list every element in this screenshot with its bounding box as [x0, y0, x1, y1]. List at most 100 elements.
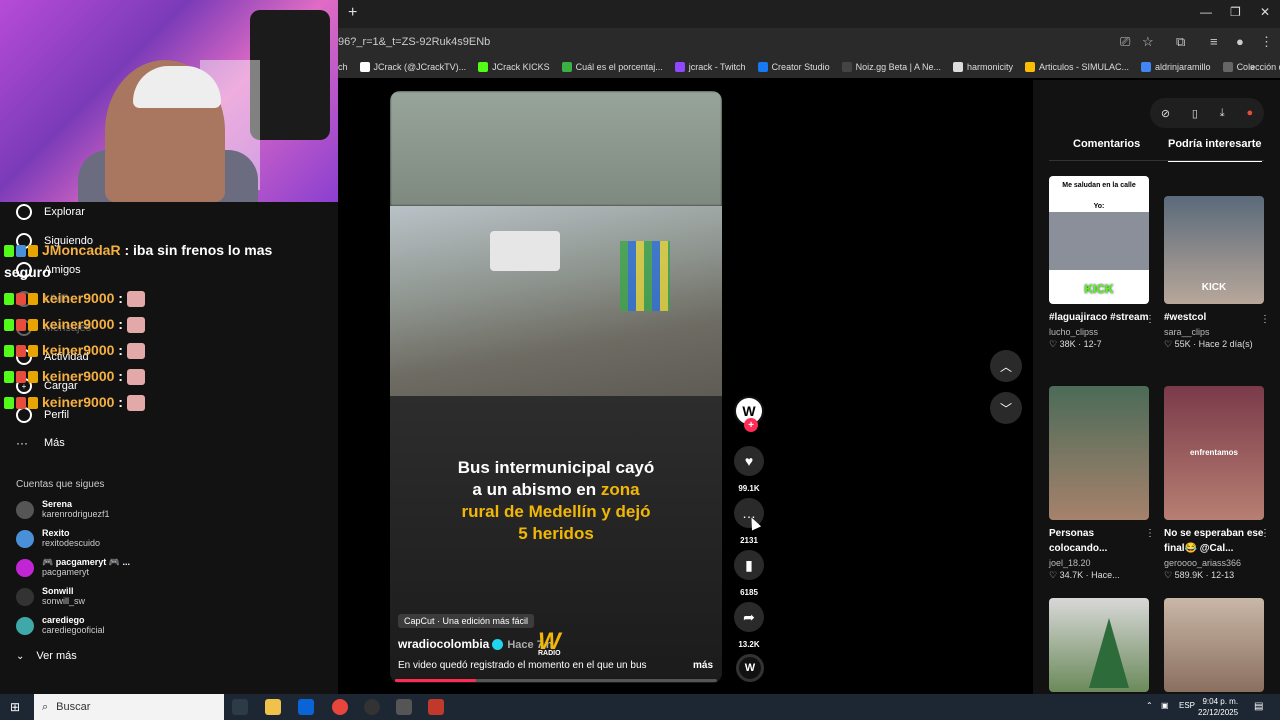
mobile-icon[interactable]: ▯ [1192, 107, 1198, 120]
more-options-icon[interactable]: ⋮ [1260, 314, 1270, 325]
bookmark[interactable]: harmonicity [952, 62, 1013, 72]
nav-explore[interactable]: Explorar [16, 204, 85, 220]
chat-text: : [118, 342, 123, 358]
taskbar-search[interactable]: ⌕ Buscar [34, 694, 224, 720]
following-item[interactable]: 🎮 pacgameryt 🎮 ... pacgameryt [16, 557, 130, 578]
more-options-icon[interactable]: ⋮ [1145, 314, 1155, 325]
video-author[interactable]: wradiocolombia Hace 7 h [398, 637, 553, 651]
more-bookmarks-icon[interactable]: » [1250, 62, 1255, 72]
follow-plus-icon[interactable]: + [744, 418, 758, 432]
account-handle: sonwill_sw [42, 596, 86, 606]
new-tab-button[interactable]: + [348, 4, 357, 22]
chrome-icon[interactable] [332, 699, 348, 715]
video-progress[interactable] [395, 679, 717, 682]
panel-toolbar: ⊘ ▯ ⤓ ● [1150, 98, 1264, 128]
app-icon[interactable] [396, 699, 412, 715]
app-icon[interactable] [428, 699, 444, 715]
menu-icon[interactable]: ⋮ [1260, 34, 1273, 50]
bookmark[interactable]: Noiz.gg Beta | A Ne... [841, 62, 941, 72]
video-player[interactable]: Bus intermunicipal cayó a un abismo en z… [390, 91, 722, 683]
suggested-card[interactable]: Personas colocando... joel_18.20 ♡ 34.7K… [1049, 386, 1155, 581]
file-explorer-icon[interactable] [265, 699, 281, 715]
restore-icon[interactable]: ❐ [1230, 5, 1241, 19]
nav-more[interactable]: ··· Más [16, 436, 65, 450]
bookmark[interactable]: JCrack KICKS [478, 62, 550, 72]
bookmark[interactable]: ch [338, 62, 348, 72]
bookmark[interactable]: Creator Studio [757, 62, 830, 72]
outlook-icon[interactable] [298, 699, 314, 715]
disc-letter: W [744, 662, 756, 674]
video-description: En video quedó registrado el momento en … [398, 660, 647, 671]
language-indicator[interactable]: ESP [1179, 701, 1195, 710]
sidebar: Explorar Siguiendo Amigos LIVE Mensajes … [0, 202, 338, 694]
next-video-button[interactable]: ﹀ [990, 392, 1022, 424]
more-button[interactable]: más [693, 660, 713, 671]
avatar [16, 529, 34, 548]
following-item[interactable]: carediego carediegooficial [16, 615, 105, 636]
card-stats: ♡ 38K · 12-7 [1049, 339, 1102, 349]
download-icon[interactable]: ⤓ [1220, 107, 1225, 120]
task-view-icon[interactable] [232, 699, 248, 715]
url-field[interactable]: 96?_r=1&_t=ZS-92Ruk4s9ENb [338, 36, 490, 48]
account-handle: carediegooficial [42, 625, 105, 635]
chat-user: keiner9000 [42, 290, 115, 306]
media-icon[interactable]: ≡ [1210, 34, 1218, 49]
minimize-icon[interactable]: — [1200, 5, 1212, 19]
drive-icon [1025, 62, 1035, 72]
bookmarks-bar: ch JCrack (@JCrackTV)... JCrack KICKS Cu… [338, 56, 1280, 78]
nav-label: Explorar [44, 206, 85, 218]
bookmark[interactable]: aldrinjaramillo [1141, 62, 1211, 72]
suggested-card[interactable]: KICK #westcol sara__clips ♡ 55K · Hace 2… [1164, 196, 1270, 350]
see-more-button[interactable]: ⌄ Ver más [16, 650, 77, 662]
video-blur-top [390, 91, 722, 206]
suggested-card[interactable] [1164, 598, 1264, 692]
notifications-icon[interactable]: ▤ [1254, 701, 1263, 712]
kick-icon[interactable]: ● [1246, 107, 1253, 119]
nav-label: Más [44, 437, 65, 449]
profile-icon[interactable]: ● [1236, 34, 1244, 49]
network-icon[interactable]: ▣ [1161, 701, 1169, 710]
card-title: No se esperaban ese final😂 @Cal... [1164, 528, 1264, 554]
creator-avatar[interactable]: W + [734, 396, 764, 432]
bookmark[interactable]: JCrack (@JCrackTV)... [359, 62, 466, 72]
following-item[interactable]: Serena karenrodriguezf1 [16, 499, 110, 520]
suggested-card[interactable] [1049, 598, 1149, 692]
previous-video-button[interactable]: ︿ [990, 350, 1022, 382]
tab-suggested[interactable]: Podría interesarte [1168, 138, 1262, 162]
emote-icon [126, 317, 145, 334]
share-count: 13.2K [738, 640, 760, 649]
video-headline: Bus intermunicipal cayó a un abismo en z… [406, 457, 706, 545]
capcut-badge[interactable]: CapCut · Una edición más fácil [398, 614, 535, 628]
headline-highlight: zona [600, 480, 640, 499]
obs-icon[interactable] [364, 699, 380, 715]
verified-icon [492, 639, 504, 651]
tray-chevron-icon[interactable]: ⌃ [1146, 701, 1153, 710]
star-icon[interactable]: ☆ [1142, 34, 1154, 50]
card-likes: 589.9K [1174, 570, 1204, 580]
chat-text: : [118, 394, 123, 410]
link-icon[interactable]: ⊘ [1161, 107, 1170, 120]
account-name: 🎮 pacgameryt 🎮 ... [42, 557, 130, 567]
more-options-icon[interactable]: ⋮ [1260, 528, 1270, 539]
clock[interactable]: 9:04 p. m. 22/12/2025 [1198, 696, 1238, 718]
following-item[interactable]: Sonwill sonwill_sw [16, 586, 85, 607]
windows-start-icon[interactable]: ⊞ [10, 700, 20, 714]
close-icon[interactable]: ✕ [1260, 5, 1270, 19]
noiz-icon [841, 62, 852, 72]
bookmark[interactable]: Cuál es el porcentaj... [561, 62, 663, 72]
save-button[interactable]: ▮ 6185 [734, 550, 764, 597]
card-thumbnail [1049, 598, 1149, 692]
bookmark[interactable]: Articulos - SIMULAC... [1025, 62, 1129, 72]
heart-icon: ♥ [734, 446, 764, 476]
following-item[interactable]: Rexito rexitodescuido [16, 528, 100, 549]
suggested-card[interactable]: Me saludan en la calle Yo: KICK #laguaji… [1049, 176, 1155, 350]
tab-comments[interactable]: Comentarios [1073, 138, 1140, 150]
suggested-card[interactable]: enfrentamos No se esperaban ese final😂 @… [1164, 386, 1270, 581]
extensions-icon[interactable]: ⧉ [1176, 34, 1185, 50]
like-button[interactable]: ♥ 99.1K [734, 446, 764, 493]
music-disc[interactable]: W [736, 654, 764, 682]
share-button[interactable]: ➦ 13.2K [734, 602, 764, 649]
cast-icon[interactable]: ⎚ [1120, 34, 1130, 50]
more-options-icon[interactable]: ⋮ [1145, 528, 1155, 539]
bookmark[interactable]: jcrack - Twitch [674, 62, 746, 72]
